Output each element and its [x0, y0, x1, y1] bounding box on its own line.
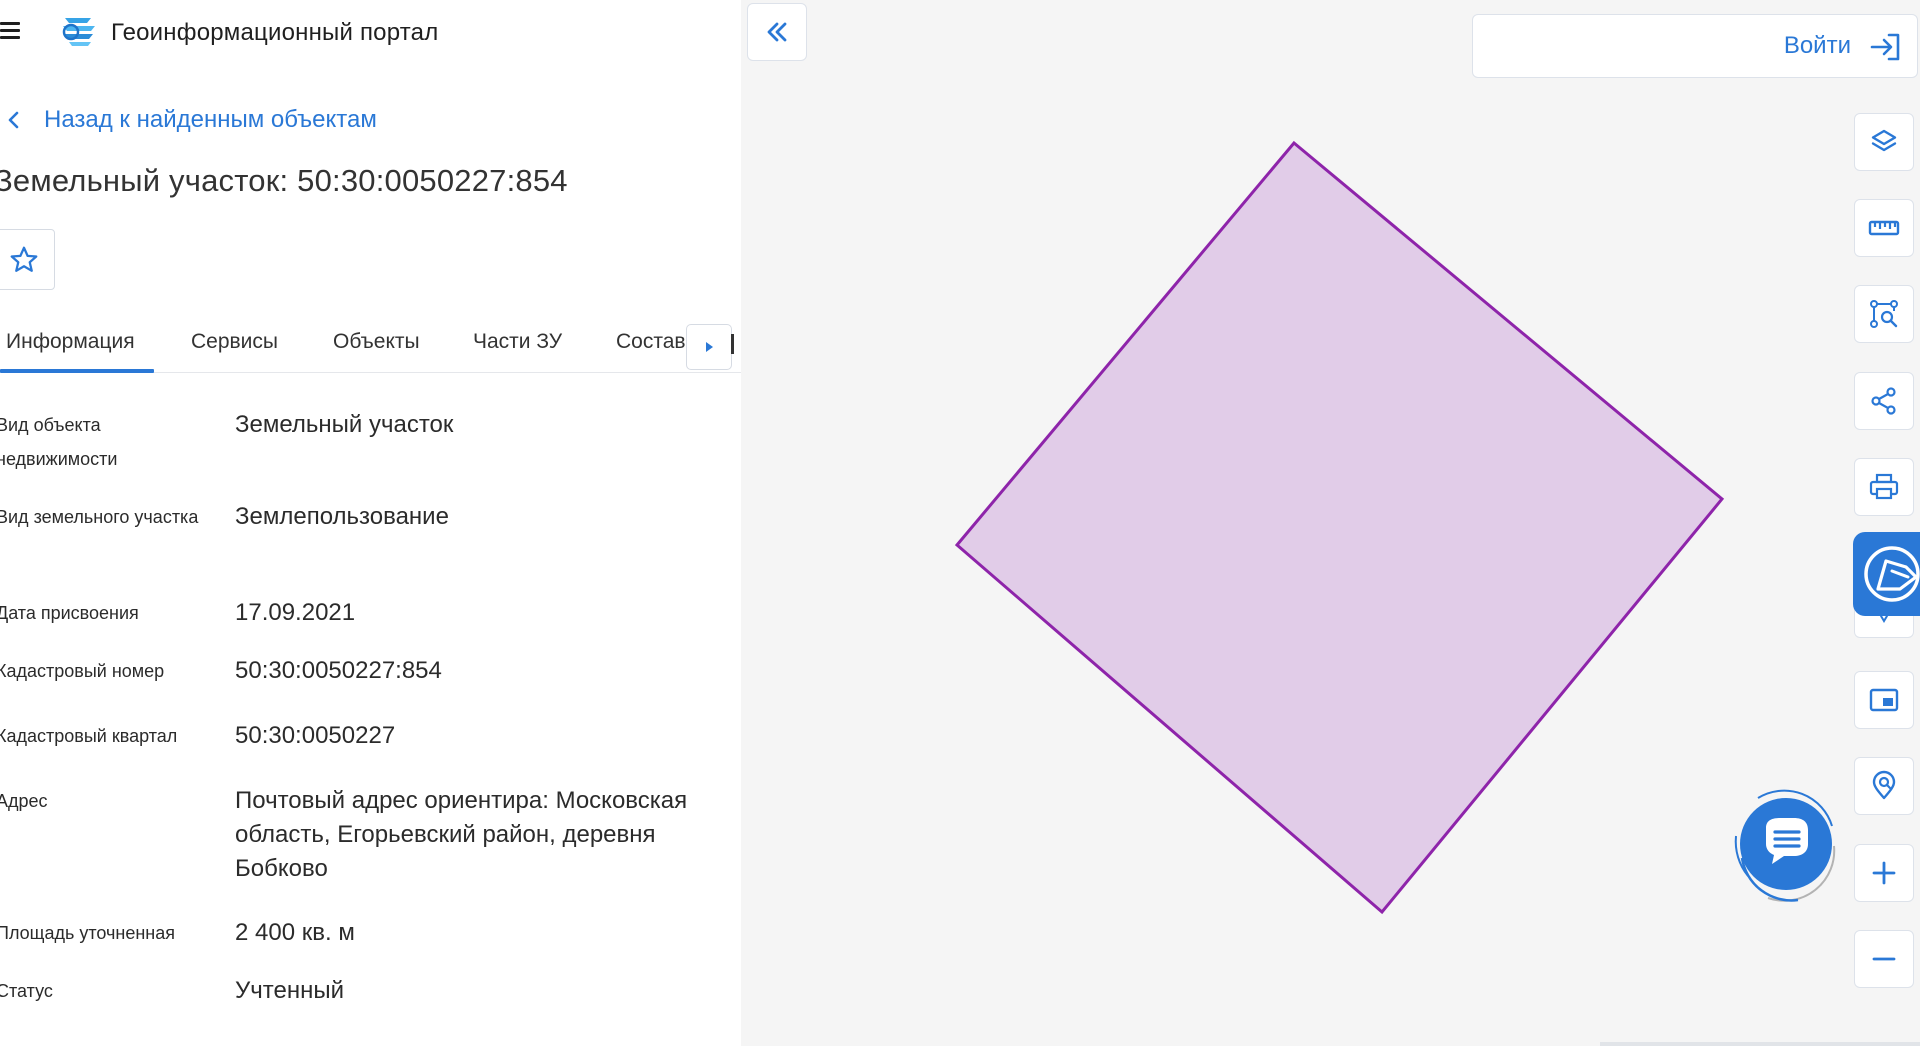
tab-services[interactable]: Сервисы	[191, 330, 278, 354]
login-label: Войти	[1783, 32, 1851, 59]
print-button[interactable]	[1854, 458, 1914, 516]
login-icon	[1870, 33, 1900, 61]
info-key: Дата присвоения	[0, 603, 139, 623]
plus-icon	[1872, 861, 1896, 885]
map-footer-edge	[1600, 1042, 1920, 1046]
info-value: 50:30:0050227:854	[235, 657, 442, 684]
info-value: Почтовый адрес ориентира: Московская обл…	[235, 787, 688, 882]
info-key: Статус	[0, 981, 53, 1001]
tab-land-parts[interactable]: Части ЗУ	[473, 330, 562, 354]
tab-composition-clip: Состав	[616, 330, 688, 360]
minus-icon	[1872, 957, 1896, 961]
chevron-left-icon	[8, 111, 19, 129]
info-key: Адрес	[0, 791, 48, 811]
hamburger-menu-icon[interactable]	[0, 20, 28, 46]
info-key: Вид объекта недвижимости	[0, 415, 118, 469]
favorite-button[interactable]	[0, 229, 55, 290]
info-value: 17.09.2021	[235, 599, 356, 626]
area-search-icon	[1870, 300, 1898, 328]
info-value: Учтенный	[235, 977, 344, 1004]
geolocation-icon	[1872, 770, 1896, 800]
tab-objects[interactable]: Объекты	[333, 330, 420, 354]
share-icon	[1871, 387, 1896, 415]
area-search-button[interactable]	[1854, 285, 1914, 343]
zoom-in-button[interactable]	[1854, 844, 1914, 902]
info-key: Кадастровый номер	[0, 661, 165, 681]
login-button[interactable]: Войти	[1472, 14, 1918, 78]
active-tab-indicator	[0, 369, 154, 373]
geolocation-button[interactable]	[1854, 757, 1914, 815]
star-icon	[10, 246, 37, 272]
page-title: Земельный участок: 50:30:0050227:854	[0, 163, 568, 198]
land-parcel-polygon[interactable]	[954, 140, 1725, 915]
tabs-scroll-right-button[interactable]	[686, 324, 732, 370]
back-link-label: Назад к найденным объектам	[44, 106, 377, 133]
info-value: Земельный участок	[235, 411, 454, 438]
share-button[interactable]	[1854, 372, 1914, 430]
collapse-panel-button[interactable]	[747, 3, 807, 61]
tab-information[interactable]: Информация	[6, 330, 135, 354]
caret-right-icon	[706, 342, 713, 352]
layers-button[interactable]	[1854, 113, 1914, 171]
info-value: 50:30:0050227	[235, 722, 396, 749]
info-key: Кадастровый квартал	[0, 726, 178, 746]
portal-logo-icon	[62, 18, 95, 46]
app-title: Геоинформационный портал	[111, 19, 439, 46]
draw-annotation-button[interactable]	[1853, 532, 1920, 616]
object-info-panel: Геоинформационный портал Назад к найденн…	[0, 0, 741, 1046]
draw-annotation-icon	[1864, 546, 1920, 602]
minimap-icon	[1869, 688, 1899, 712]
tab-overflow-edge	[731, 334, 734, 354]
minimap-button[interactable]	[1854, 671, 1914, 729]
chat-icon	[1734, 789, 1836, 902]
panel-header: Геоинформационный портал	[0, 0, 741, 66]
info-key: Вид земельного участка	[0, 507, 199, 527]
measure-button[interactable]	[1854, 199, 1914, 257]
info-value: Землепользование	[235, 503, 449, 530]
print-icon	[1869, 473, 1899, 500]
info-key: Площадь уточненная	[0, 923, 175, 943]
tab-bar: Информация Сервисы Объекты Части ЗУ Сост…	[0, 318, 741, 373]
layers-icon	[1871, 129, 1897, 152]
ruler-icon	[1868, 220, 1900, 236]
info-value: 2 400 кв. м	[235, 919, 355, 946]
back-to-results-link[interactable]: Назад к найденным объектам	[4, 104, 377, 136]
zoom-out-button[interactable]	[1854, 930, 1914, 988]
tab-composition[interactable]: Состав	[616, 330, 688, 354]
double-chevron-left-icon	[767, 22, 787, 42]
chat-button[interactable]	[1728, 776, 1846, 908]
